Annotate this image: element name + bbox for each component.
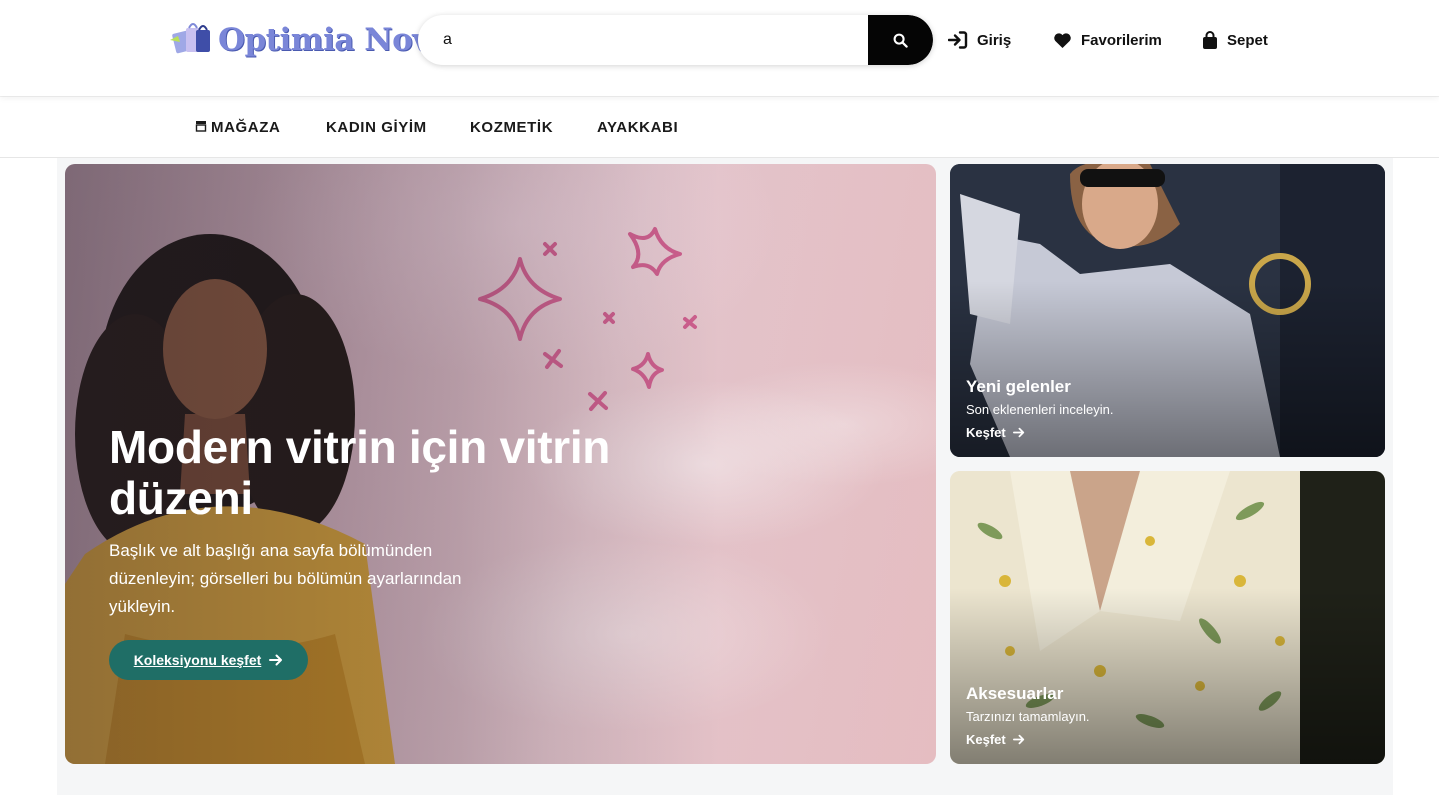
- brand-logo[interactable]: Optimia Nova: [168, 18, 450, 62]
- search-button[interactable]: [868, 15, 933, 65]
- nav-item-label: AYAKKABI: [597, 119, 679, 136]
- card-title: Aksesuarlar: [966, 684, 1064, 703]
- favorites-label: Favorilerim: [1081, 31, 1162, 49]
- shopping-bags-icon: [168, 18, 216, 62]
- arrow-right-icon: [1012, 427, 1024, 438]
- nav-item-women-clothing[interactable]: KADIN GİYİM: [326, 97, 427, 158]
- store-icon: [195, 120, 207, 132]
- arrow-right-icon: [269, 654, 283, 666]
- card-explore-label: Keşfet: [966, 732, 1006, 747]
- nav-item-store[interactable]: MAĞAZA: [195, 97, 280, 158]
- nav-item-shoes[interactable]: AYAKKABI: [597, 97, 678, 158]
- arrow-right-icon: [1012, 734, 1024, 745]
- nav-item-cosmetics[interactable]: KOZMETİK: [470, 97, 553, 158]
- nav-item-label: KADIN GİYİM: [326, 119, 427, 136]
- card-subtitle: Son eklenenleri inceleyin.: [966, 402, 1114, 417]
- main-nav: MAĞAZA KADIN GİYİM KOZMETİK AYAKKABI: [0, 96, 1439, 158]
- card-title: Yeni gelenler: [966, 377, 1071, 396]
- card-subtitle: Tarzınızı tamamlayın.: [966, 709, 1090, 724]
- nav-item-label: KOZMETİK: [470, 119, 554, 136]
- accessories-card[interactable]: Aksesuarlar Tarzınızı tamamlayın. Keşfet: [950, 471, 1385, 764]
- card-explore-link[interactable]: Keşfet: [966, 732, 1025, 747]
- shopping-bag-icon: [1203, 30, 1217, 49]
- hero-subtitle: Başlık ve alt başlığı ana sayfa bölümünd…: [109, 541, 462, 616]
- card-explore-label: Keşfet: [966, 425, 1006, 440]
- login-label: Giriş: [977, 31, 1012, 49]
- new-arrivals-card[interactable]: Yeni gelenler Son eklenenleri inceleyin.…: [950, 164, 1385, 457]
- site-header: Optimia Nova Giriş Favorilerim Sepet: [0, 0, 1439, 96]
- cart-label: Sepet: [1227, 31, 1268, 49]
- favorites-link[interactable]: Favorilerim: [1053, 28, 1162, 52]
- search-icon: [893, 33, 908, 48]
- hero-title: Modern vitrin için vitrin düzeni: [109, 421, 611, 524]
- nav-item-label: MAĞAZA: [211, 119, 281, 136]
- login-icon: [948, 31, 968, 49]
- explore-collection-button[interactable]: Koleksiyonu keşfet: [109, 640, 308, 680]
- brand-name: Optimia Nova: [218, 22, 450, 58]
- heart-icon: [1054, 32, 1071, 48]
- explore-collection-label: Koleksiyonu keşfet: [133, 652, 262, 668]
- hero-banner: Modern vitrin için vitrin düzeni Başlık …: [65, 164, 936, 764]
- login-link[interactable]: Giriş: [948, 28, 1011, 52]
- search-input[interactable]: [418, 15, 868, 65]
- cart-link[interactable]: Sepet: [1202, 28, 1268, 52]
- card-explore-link[interactable]: Keşfet: [966, 425, 1025, 440]
- search-bar: [418, 15, 933, 65]
